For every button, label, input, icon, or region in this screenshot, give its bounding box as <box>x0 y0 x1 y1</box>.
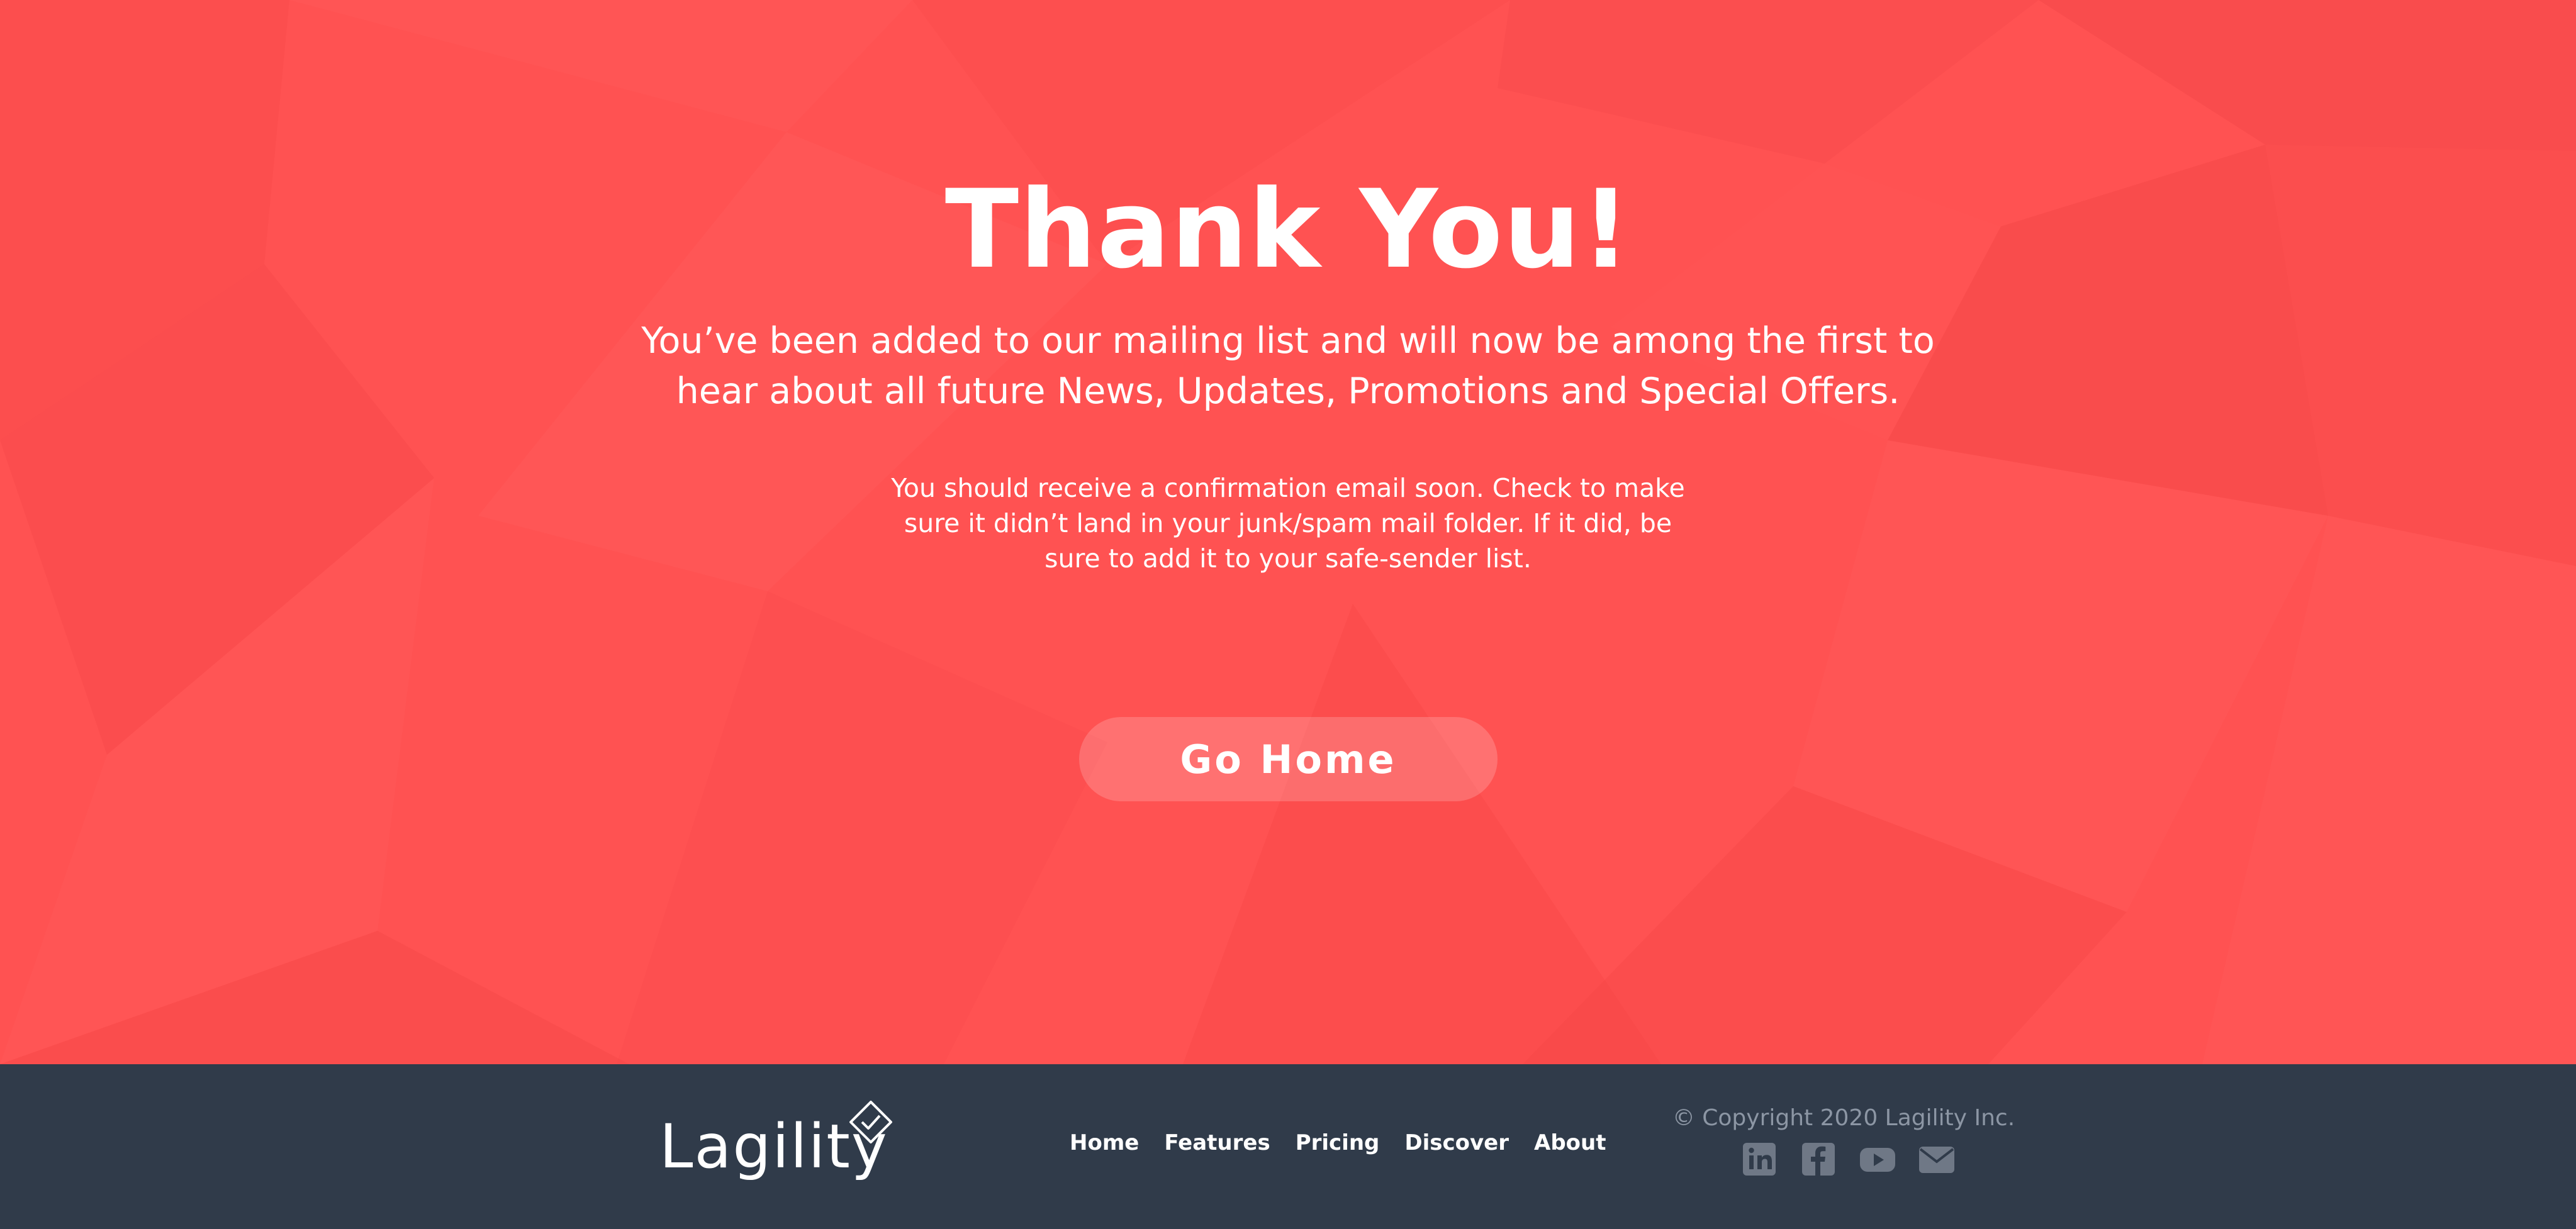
email-instructions: You should receive a confirmation email … <box>891 473 1685 574</box>
footer-nav-features[interactable]: Features <box>1164 1126 1270 1160</box>
footer-nav-home[interactable]: Home <box>1070 1126 1139 1160</box>
confirmation-message: You’ve been added to our mailing list an… <box>641 320 1935 412</box>
footer-nav: Home Features Pricing Discover About <box>1070 1126 1631 1160</box>
facebook-icon[interactable] <box>1800 1140 1837 1178</box>
email-icon[interactable] <box>1918 1140 1956 1178</box>
youtube-icon[interactable] <box>1859 1140 1896 1178</box>
footer-nav-pricing[interactable]: Pricing <box>1296 1126 1380 1160</box>
logo-badge-icon <box>849 1101 892 1143</box>
social-links <box>1740 1140 1956 1179</box>
go-home-button[interactable]: Go Home <box>1079 717 1498 801</box>
page-title: Thank You! <box>944 166 1632 292</box>
copyright-text: © Copyright 2020 Lagility Inc. <box>1672 1105 2015 1131</box>
linkedin-icon[interactable] <box>1740 1140 1778 1178</box>
hero-section: Thank You! You’ve been added to our mail… <box>0 0 2576 1064</box>
footer-nav-about[interactable]: About <box>1534 1126 1606 1160</box>
footer-nav-discover[interactable]: Discover <box>1404 1126 1509 1160</box>
brand-logo[interactable]: Lagility <box>659 1099 899 1181</box>
